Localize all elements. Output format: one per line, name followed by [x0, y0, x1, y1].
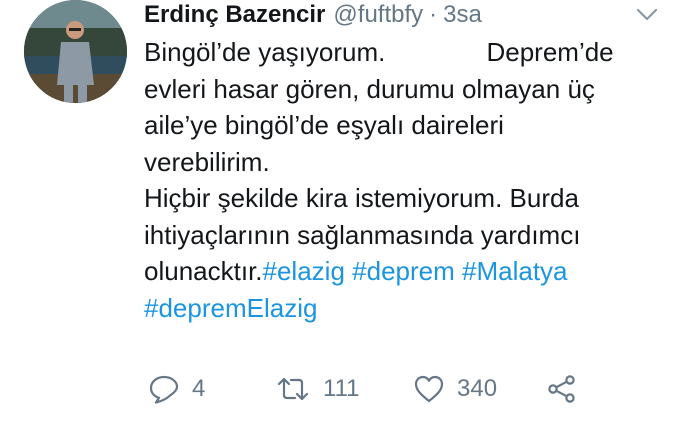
reply-icon: [149, 375, 179, 404]
like-button[interactable]: 340: [413, 371, 497, 407]
chevron-down-icon[interactable]: [634, 4, 660, 24]
tweet-text-line: #depremElazig: [144, 290, 664, 327]
hashtag-link[interactable]: #elazig: [263, 256, 345, 286]
tweet-text-line: verebilirim.: [144, 146, 270, 177]
hashtag-link[interactable]: #depremElazig: [144, 293, 317, 323]
author-name[interactable]: Erdinç Bazencir: [144, 0, 325, 30]
hashtag-link[interactable]: #deprem: [352, 256, 455, 286]
reply-count: 4: [192, 375, 206, 402]
hashtag-link[interactable]: #Malatya: [462, 256, 568, 286]
reply-button[interactable]: 4: [148, 371, 205, 407]
share-icon: [548, 375, 575, 403]
retweet-count: 111: [323, 375, 360, 402]
tweet-text-line: olunacktır.#elazig #deprem #Malatya: [144, 253, 664, 290]
author-handle[interactable]: @fuftbfy: [333, 0, 423, 30]
tweet-text-line: ihtiyaçlarının sağlanmasında yardımcı: [144, 219, 581, 250]
tweet-actions: 4 111 340: [148, 371, 608, 407]
tweet-text-line: evleri hasar gören, durumu olmayan üç: [144, 73, 595, 104]
separator: ·: [429, 1, 438, 28]
retweet-icon: [277, 377, 309, 401]
heart-icon: [414, 375, 444, 403]
tweet-text-line: Hiçbir şekilde kira istemiyorum. Burda: [144, 183, 579, 213]
tweet-text-fragment: olunacktır.: [144, 256, 263, 286]
tweet-text-line: aile’ye bingöl’de eşyalı daireleri: [144, 110, 504, 140]
timestamp[interactable]: 3sa: [443, 0, 482, 30]
retweet-button[interactable]: 111: [275, 371, 359, 407]
tweet-text-line: Bingöl’de yaşıyorum. Deprem’de: [144, 37, 614, 67]
share-button[interactable]: [546, 371, 590, 407]
avatar[interactable]: [24, 0, 127, 103]
tweet-text: Bingöl’de yaşıyorum. Deprem’de evleri ha…: [144, 34, 664, 326]
like-count: 340: [457, 375, 498, 402]
tweet-header: Erdinç Bazencir @fuftbfy · 3sa: [144, 0, 644, 30]
